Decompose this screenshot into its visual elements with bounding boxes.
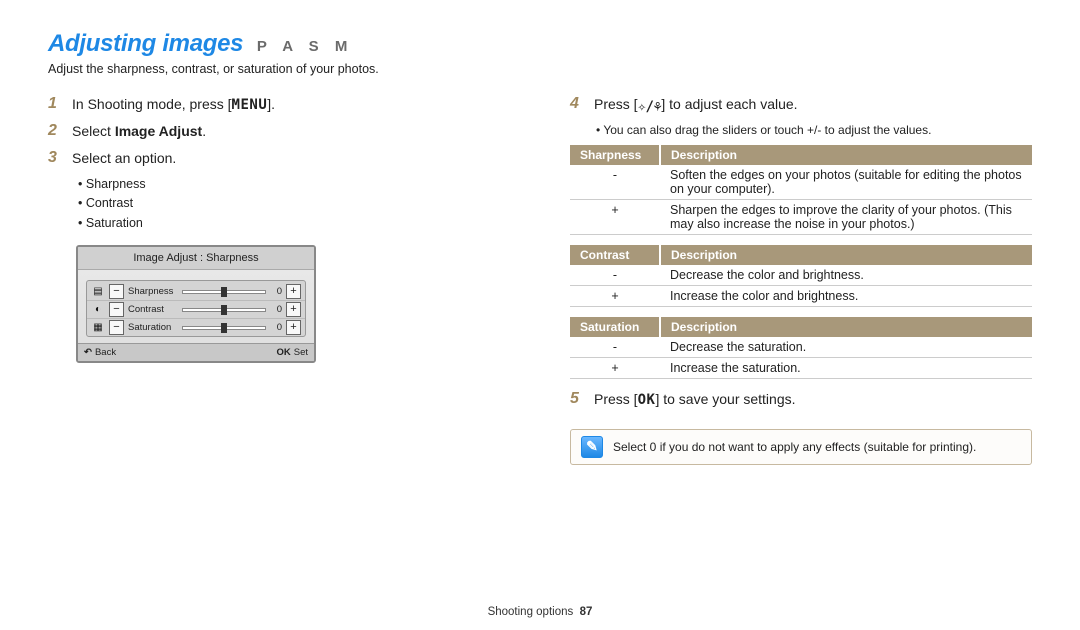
slider-label: Sharpness	[128, 286, 176, 297]
step-num: 2	[48, 121, 72, 142]
slider-label: Contrast	[128, 304, 176, 315]
page-footer: Shooting options 87	[0, 606, 1080, 618]
step-num: 4	[570, 94, 594, 115]
slider-value: 0	[272, 322, 282, 333]
slider-row-sharpness: ▤ − Sharpness 0 +	[87, 283, 305, 301]
note-icon: ✎	[581, 436, 603, 458]
step-body: Press [✧/⚘] to adjust each value.	[594, 94, 798, 117]
th: Sharpness	[570, 145, 660, 165]
contrast-icon: ◐	[91, 304, 105, 316]
slider-knob[interactable]	[221, 323, 227, 333]
ok-key: OK	[638, 392, 656, 408]
title-main: Adjusting images	[48, 30, 243, 57]
tip-text: Select 0 if you do not want to apply any…	[613, 440, 976, 454]
slider-track[interactable]	[182, 308, 266, 312]
minus-button[interactable]: −	[109, 284, 124, 299]
table-row: +Sharpen the edges to improve the clarit…	[570, 200, 1032, 235]
plus-button[interactable]: +	[286, 302, 301, 317]
step-body: In Shooting mode, press [MENU].	[72, 94, 275, 115]
step-3-options: Sharpness Contrast Saturation	[78, 175, 510, 233]
table-row: -Soften the edges on your photos (suitab…	[570, 165, 1032, 200]
slider-value: 0	[272, 286, 282, 297]
th: Description	[660, 317, 1032, 337]
slider-track[interactable]	[182, 326, 266, 330]
step-3: 3 Select an option.	[48, 148, 510, 169]
minus-button[interactable]: −	[109, 320, 124, 335]
slider-row-saturation: ▦ − Saturation 0 +	[87, 319, 305, 336]
step-5: 5 Press [OK] to save your settings.	[570, 389, 1032, 410]
set-button[interactable]: OKSet	[276, 347, 308, 358]
camera-footer: ↶Back OKSet	[78, 343, 314, 361]
slider-value: 0	[272, 304, 282, 315]
slider-label: Saturation	[128, 322, 176, 333]
step-2: 2 Select Image Adjust.	[48, 121, 510, 142]
slider-knob[interactable]	[221, 287, 227, 297]
option: Saturation	[78, 214, 510, 233]
column-right: 4 Press [✧/⚘] to adjust each value. You …	[570, 94, 1032, 465]
camera-screen: Image Adjust : Sharpness ▤ − Sharpness 0…	[76, 245, 316, 363]
slider-stack: ▤ − Sharpness 0 + ◐ − Contrast 0 +	[86, 280, 306, 337]
title-modes: P A S M	[257, 38, 353, 55]
table-sharpness: SharpnessDescription -Soften the edges o…	[570, 145, 1032, 235]
back-button[interactable]: ↶Back	[84, 347, 116, 358]
column-left: 1 In Shooting mode, press [MENU]. 2 Sele…	[48, 94, 510, 465]
dpad-icons: ✧/⚘	[638, 97, 662, 117]
plus-button[interactable]: +	[286, 284, 301, 299]
th: Description	[660, 145, 1032, 165]
table-row: -Decrease the saturation.	[570, 337, 1032, 358]
option: Sharpness	[78, 175, 510, 194]
th: Saturation	[570, 317, 660, 337]
step-1: 1 In Shooting mode, press [MENU].	[48, 94, 510, 115]
table-row: -Decrease the color and brightness.	[570, 265, 1032, 286]
slider-track[interactable]	[182, 290, 266, 294]
step-4-note: You can also drag the sliders or touch +…	[596, 123, 1032, 137]
slider-knob[interactable]	[221, 305, 227, 315]
table-row: +Increase the saturation.	[570, 358, 1032, 379]
step-4: 4 Press [✧/⚘] to adjust each value.	[570, 94, 1032, 117]
th: Contrast	[570, 245, 660, 265]
step-num: 5	[570, 389, 594, 410]
camera-title: Image Adjust : Sharpness	[78, 247, 314, 270]
camera-body: ▤ − Sharpness 0 + ◐ − Contrast 0 +	[78, 270, 314, 343]
table-contrast: ContrastDescription -Decrease the color …	[570, 245, 1032, 307]
plus-button[interactable]: +	[286, 320, 301, 335]
step-num: 1	[48, 94, 72, 115]
sharpness-icon: ▤	[91, 286, 105, 298]
menu-key: MENU	[232, 97, 268, 113]
table-row: +Increase the color and brightness.	[570, 286, 1032, 307]
tip-box: ✎ Select 0 if you do not want to apply a…	[570, 429, 1032, 465]
step-body: Press [OK] to save your settings.	[594, 389, 796, 410]
slider-row-contrast: ◐ − Contrast 0 +	[87, 301, 305, 319]
minus-button[interactable]: −	[109, 302, 124, 317]
step-body: Select an option.	[72, 148, 176, 168]
page-subtitle: Adjust the sharpness, contrast, or satur…	[48, 62, 1032, 76]
option: Contrast	[78, 194, 510, 213]
table-saturation: SaturationDescription -Decrease the satu…	[570, 317, 1032, 379]
th: Description	[660, 245, 1032, 265]
saturation-icon: ▦	[91, 322, 105, 334]
step-body: Select Image Adjust.	[72, 121, 206, 141]
page-title: Adjusting images P A S M	[48, 30, 1032, 58]
step-num: 3	[48, 148, 72, 169]
